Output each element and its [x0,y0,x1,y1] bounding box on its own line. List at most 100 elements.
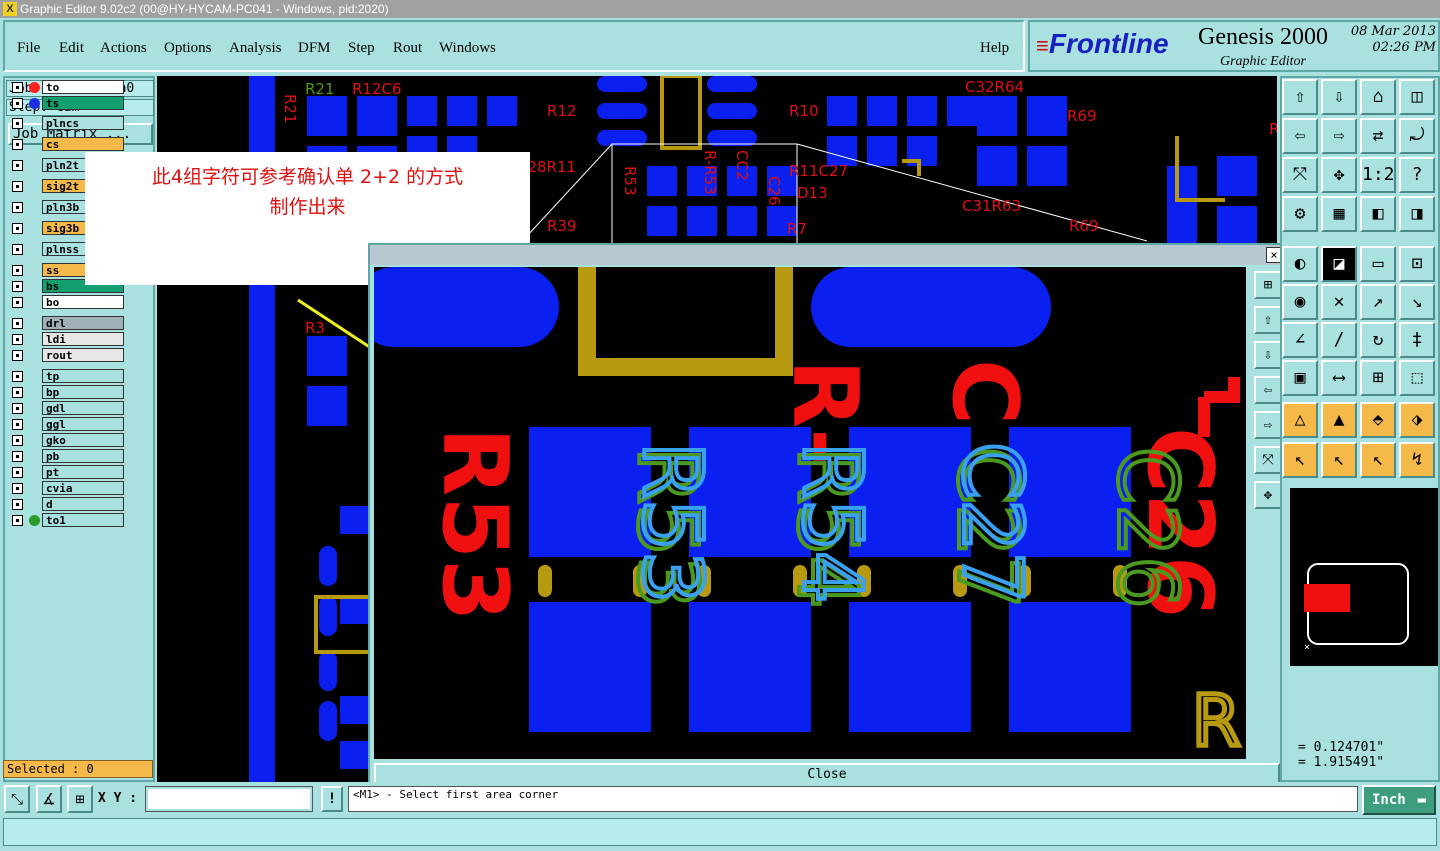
page-right-icon[interactable]: ⇨ [1321,118,1357,154]
tool-33-icon[interactable]: ▲ [1321,402,1357,438]
home-icon[interactable]: ⌂ [1360,79,1396,115]
tool-38-icon[interactable]: ↖ [1360,442,1396,478]
tool-36-icon[interactable]: ↖ [1282,442,1318,478]
layer-name[interactable]: pt [42,465,124,479]
page-up-icon[interactable]: ⇧ [1282,79,1318,115]
tool-25-icon[interactable]: / [1321,322,1357,358]
menu-help[interactable]: Help [980,40,1009,57]
layer-name[interactable]: pb [42,449,124,463]
layer-checkbox[interactable] [12,98,23,109]
tool-21-icon[interactable]: ✕ [1321,284,1357,320]
tool-31-icon[interactable]: ⬚ [1399,360,1435,396]
mag-page-right-icon[interactable]: ⇨ [1254,411,1282,439]
menu-options[interactable]: Options [164,40,212,57]
layer-checkbox[interactable] [12,297,23,308]
tool-18-icon[interactable]: ▭ [1360,246,1396,282]
layer-checkbox[interactable] [12,160,23,171]
layer-checkbox[interactable] [12,244,23,255]
menu-rout[interactable]: Rout [393,40,422,57]
tool-20-icon[interactable]: ◉ [1282,284,1318,320]
page-down-icon[interactable]: ⇩ [1321,79,1357,115]
xy-input[interactable] [145,786,313,812]
measure-icon[interactable]: ⚙ [1282,196,1318,232]
magnifier-view[interactable]: R53 R- C C26 R53 R54 C27 C26 R53 R54 C27… [374,267,1246,759]
layer-name[interactable]: gko [42,433,124,447]
layer-name[interactable]: gdl [42,401,124,415]
menu-analysis[interactable]: Analysis [229,40,282,57]
tool-37-icon[interactable]: ↖ [1321,442,1357,478]
layer-checkbox[interactable] [12,265,23,276]
tool-19-icon[interactable]: ⊡ [1399,246,1435,282]
window-icon[interactable]: ◫ [1399,79,1435,115]
mag-zoom-fit-icon[interactable]: ⊞ [1254,271,1282,299]
mag-page-left-icon[interactable]: ⇦ [1254,376,1282,404]
layer-name[interactable]: d [42,497,124,511]
layer-checkbox[interactable] [12,515,23,526]
layer-checkbox[interactable] [12,350,23,361]
layer-checkbox[interactable] [12,387,23,398]
layer-name[interactable]: rout [42,348,124,362]
menu-step[interactable]: Step [348,40,375,57]
fit-icon[interactable]: ⤧ [1282,157,1318,193]
tool-39-icon[interactable]: ↯ [1399,442,1435,478]
layer-name[interactable]: ts [42,96,124,110]
alert-icon[interactable]: ! [321,786,343,812]
menu-file[interactable]: File [17,40,40,57]
layer-checkbox[interactable] [12,403,23,414]
grid-icon[interactable]: ⊞ [67,785,93,813]
grid-icon[interactable]: ▦ [1321,196,1357,232]
layer-name[interactable]: to1 [42,513,124,527]
help-icon[interactable]: ? [1399,157,1435,193]
layer-name[interactable]: cs [42,137,124,151]
tool-29-icon[interactable]: ⟷ [1321,360,1357,396]
menu-dfm[interactable]: DFM [298,40,331,57]
layer-checkbox[interactable] [12,334,23,345]
layer-checkbox[interactable] [12,451,23,462]
layer-checkbox[interactable] [12,281,23,292]
tool-35-icon[interactable]: ⬗ [1399,402,1435,438]
tool-26-icon[interactable]: ↻ [1360,322,1396,358]
layer-name[interactable]: tp [42,369,124,383]
layer-name[interactable]: ggl [42,417,124,431]
layer-name[interactable]: to [42,80,124,94]
tool-28-icon[interactable]: ▣ [1282,360,1318,396]
tool-32-icon[interactable]: △ [1282,402,1318,438]
layer-checkbox[interactable] [12,499,23,510]
layer-checkbox[interactable] [12,223,23,234]
layer-checkbox[interactable] [12,371,23,382]
layer-name[interactable]: bo [42,295,124,309]
tool-17-icon[interactable]: ◪ [1321,246,1357,282]
snap-icon[interactable]: ◧ [1360,196,1396,232]
center-icon[interactable]: ✥ [1321,157,1357,193]
tool-22-icon[interactable]: ↗ [1360,284,1396,320]
tool-24-icon[interactable]: ∠ [1282,322,1318,358]
layer-name[interactable]: bp [42,385,124,399]
measure-icon[interactable]: ∡ [36,785,62,813]
layer-checkbox[interactable] [12,467,23,478]
menu-actions[interactable]: Actions [100,40,147,57]
mag-zoom-in-icon[interactable]: ✥ [1254,481,1282,509]
layer-checkbox[interactable] [12,139,23,150]
minimap[interactable]: × [1290,488,1438,666]
mag-page-down-icon[interactable]: ⇩ [1254,341,1282,369]
layer-name[interactable]: ldi [42,332,124,346]
layer-name[interactable]: plncs [42,116,124,130]
tool-30-icon[interactable]: ⊞ [1360,360,1396,396]
mag-page-up-icon[interactable]: ⇧ [1254,306,1282,334]
layer-checkbox[interactable] [12,181,23,192]
scale-icon[interactable]: 1:2 [1360,157,1396,193]
layer-checkbox[interactable] [12,318,23,329]
layer-name[interactable]: cvia [42,481,124,495]
tool-27-icon[interactable]: ‡ [1399,322,1435,358]
layer-checkbox[interactable] [12,118,23,129]
snap-icon[interactable]: ⤡ [4,785,30,813]
mirror-icon[interactable]: ⇄ [1360,118,1396,154]
mag-zoom-out-icon[interactable]: ⤧ [1254,446,1282,474]
tool-23-icon[interactable]: ↘ [1399,284,1435,320]
tool-16-icon[interactable]: ◐ [1282,246,1318,282]
snap2-icon[interactable]: ◨ [1399,196,1435,232]
units-select[interactable]: Inch ▬ [1362,785,1436,815]
page-left-icon[interactable]: ⇦ [1282,118,1318,154]
menu-edit[interactable]: Edit [59,40,84,57]
layer-checkbox[interactable] [12,419,23,430]
